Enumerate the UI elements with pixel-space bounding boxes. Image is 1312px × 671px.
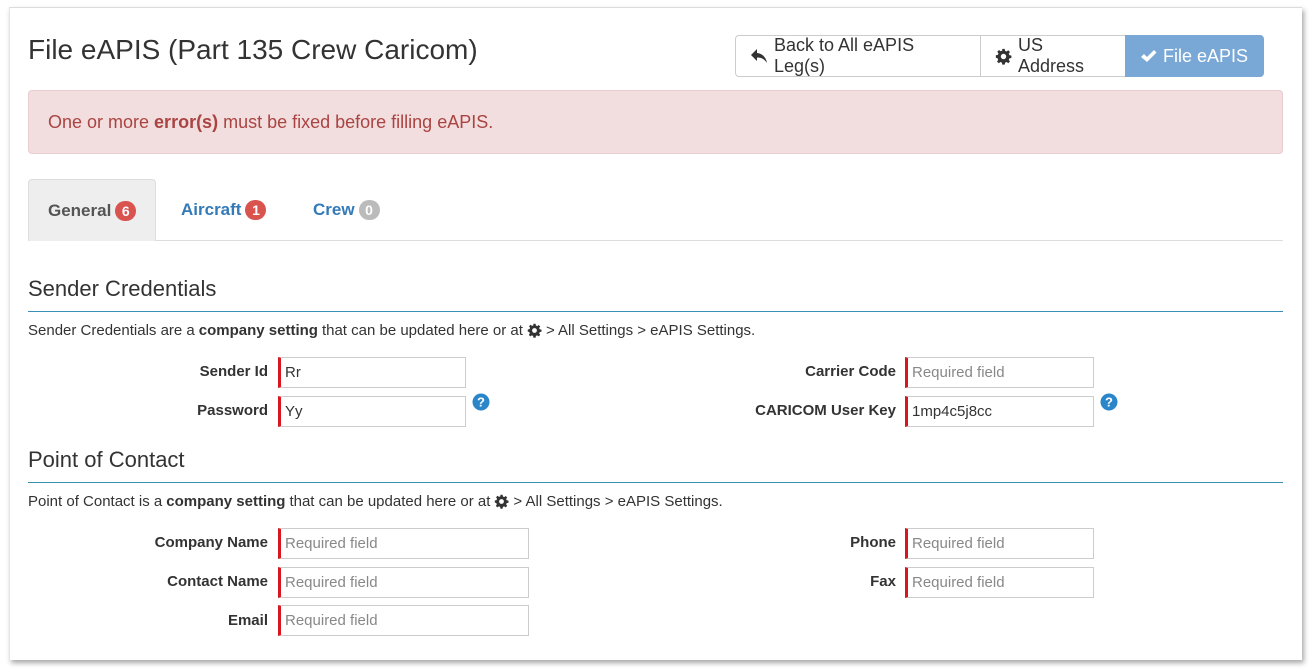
contact-note-mid: that can be updated here or at	[289, 493, 491, 510]
contact-note-suffix: > All Settings > eAPIS Settings.	[513, 493, 723, 510]
file-eapis-button-label: File eAPIS	[1163, 45, 1249, 66]
page-title: File eAPIS (Part 135 Crew Caricom)	[28, 34, 478, 65]
phone-input[interactable]	[905, 528, 1094, 559]
tab-aircraft[interactable]: Aircraft 1	[181, 179, 267, 241]
carrier-code-input[interactable]	[905, 357, 1094, 388]
sender-id-input[interactable]	[278, 357, 466, 388]
svg-text:?: ?	[1105, 395, 1113, 410]
tab-crew-badge: 0	[358, 200, 380, 220]
company-name-input[interactable]	[278, 528, 529, 559]
tab-crew-label: Crew	[313, 200, 355, 219]
sender-note-prefix: Sender Credentials are a	[28, 322, 195, 339]
contact-name-label: Contact Name	[167, 573, 268, 590]
sender-id-label: Sender Id	[199, 363, 268, 380]
alert-suffix: must be fixed before filling eAPIS.	[223, 111, 494, 132]
us-address-button-label: US Address	[1018, 35, 1085, 76]
alert-prefix: One or more	[48, 111, 150, 132]
question-circle-icon[interactable]: ?	[472, 393, 490, 411]
reply-arrow-icon	[750, 48, 768, 64]
tab-general-badge: 6	[115, 200, 137, 221]
phone-label: Phone	[850, 534, 896, 551]
point-of-contact-note: Point of Contact is a company setting th…	[28, 493, 723, 510]
us-address-button[interactable]: US Address	[980, 35, 1126, 77]
alert-bold: error(s)	[154, 111, 219, 132]
fax-input[interactable]	[905, 567, 1094, 598]
company-name-label: Company Name	[154, 534, 268, 551]
file-eapis-button[interactable]: File eAPIS	[1125, 35, 1264, 77]
caricom-user-key-input[interactable]	[905, 396, 1094, 427]
password-input[interactable]	[278, 396, 466, 427]
back-button-label: Back to All eAPIS Leg(s)	[774, 35, 915, 76]
sender-note-mid: that can be updated here or at	[321, 322, 523, 339]
tab-aircraft-badge: 1	[245, 200, 267, 220]
caricom-user-key-label: CARICOM User Key	[755, 402, 896, 419]
sender-credentials-note: Sender Credentials are a company setting…	[28, 322, 755, 339]
gear-icon	[995, 48, 1012, 65]
check-icon	[1140, 49, 1157, 64]
sender-note-bold: company setting	[198, 322, 318, 339]
tab-aircraft-label: Aircraft	[181, 200, 242, 219]
tab-crew[interactable]: Crew 0	[313, 179, 380, 241]
error-alert: One or more error(s) must be fixed befor…	[28, 90, 1283, 154]
point-of-contact-heading: Point of Contact	[28, 447, 1283, 483]
header-button-group: Back to All eAPIS Leg(s) US Address File…	[735, 35, 1264, 77]
sender-note-suffix: > All Settings > eAPIS Settings.	[545, 322, 756, 339]
tab-general-label: General	[48, 200, 112, 220]
tab-bar: General 6 Aircraft 1 Crew 0	[28, 179, 1283, 241]
back-button[interactable]: Back to All eAPIS Leg(s)	[735, 35, 981, 77]
password-label: Password	[197, 402, 268, 419]
email-label: Email	[227, 612, 268, 629]
sender-credentials-heading: Sender Credentials	[28, 276, 1283, 312]
svg-text:?: ?	[477, 395, 485, 410]
contact-note-prefix: Point of Contact is a	[28, 493, 163, 510]
gear-icon[interactable]	[527, 323, 542, 338]
gear-icon[interactable]	[494, 494, 509, 509]
carrier-code-label: Carrier Code	[805, 363, 896, 380]
contact-note-bold: company setting	[166, 493, 286, 510]
email-input[interactable]	[278, 605, 529, 636]
contact-name-input[interactable]	[278, 567, 529, 598]
fax-label: Fax	[870, 573, 896, 590]
question-circle-icon[interactable]: ?	[1100, 393, 1118, 411]
tab-general[interactable]: General 6	[28, 179, 157, 241]
